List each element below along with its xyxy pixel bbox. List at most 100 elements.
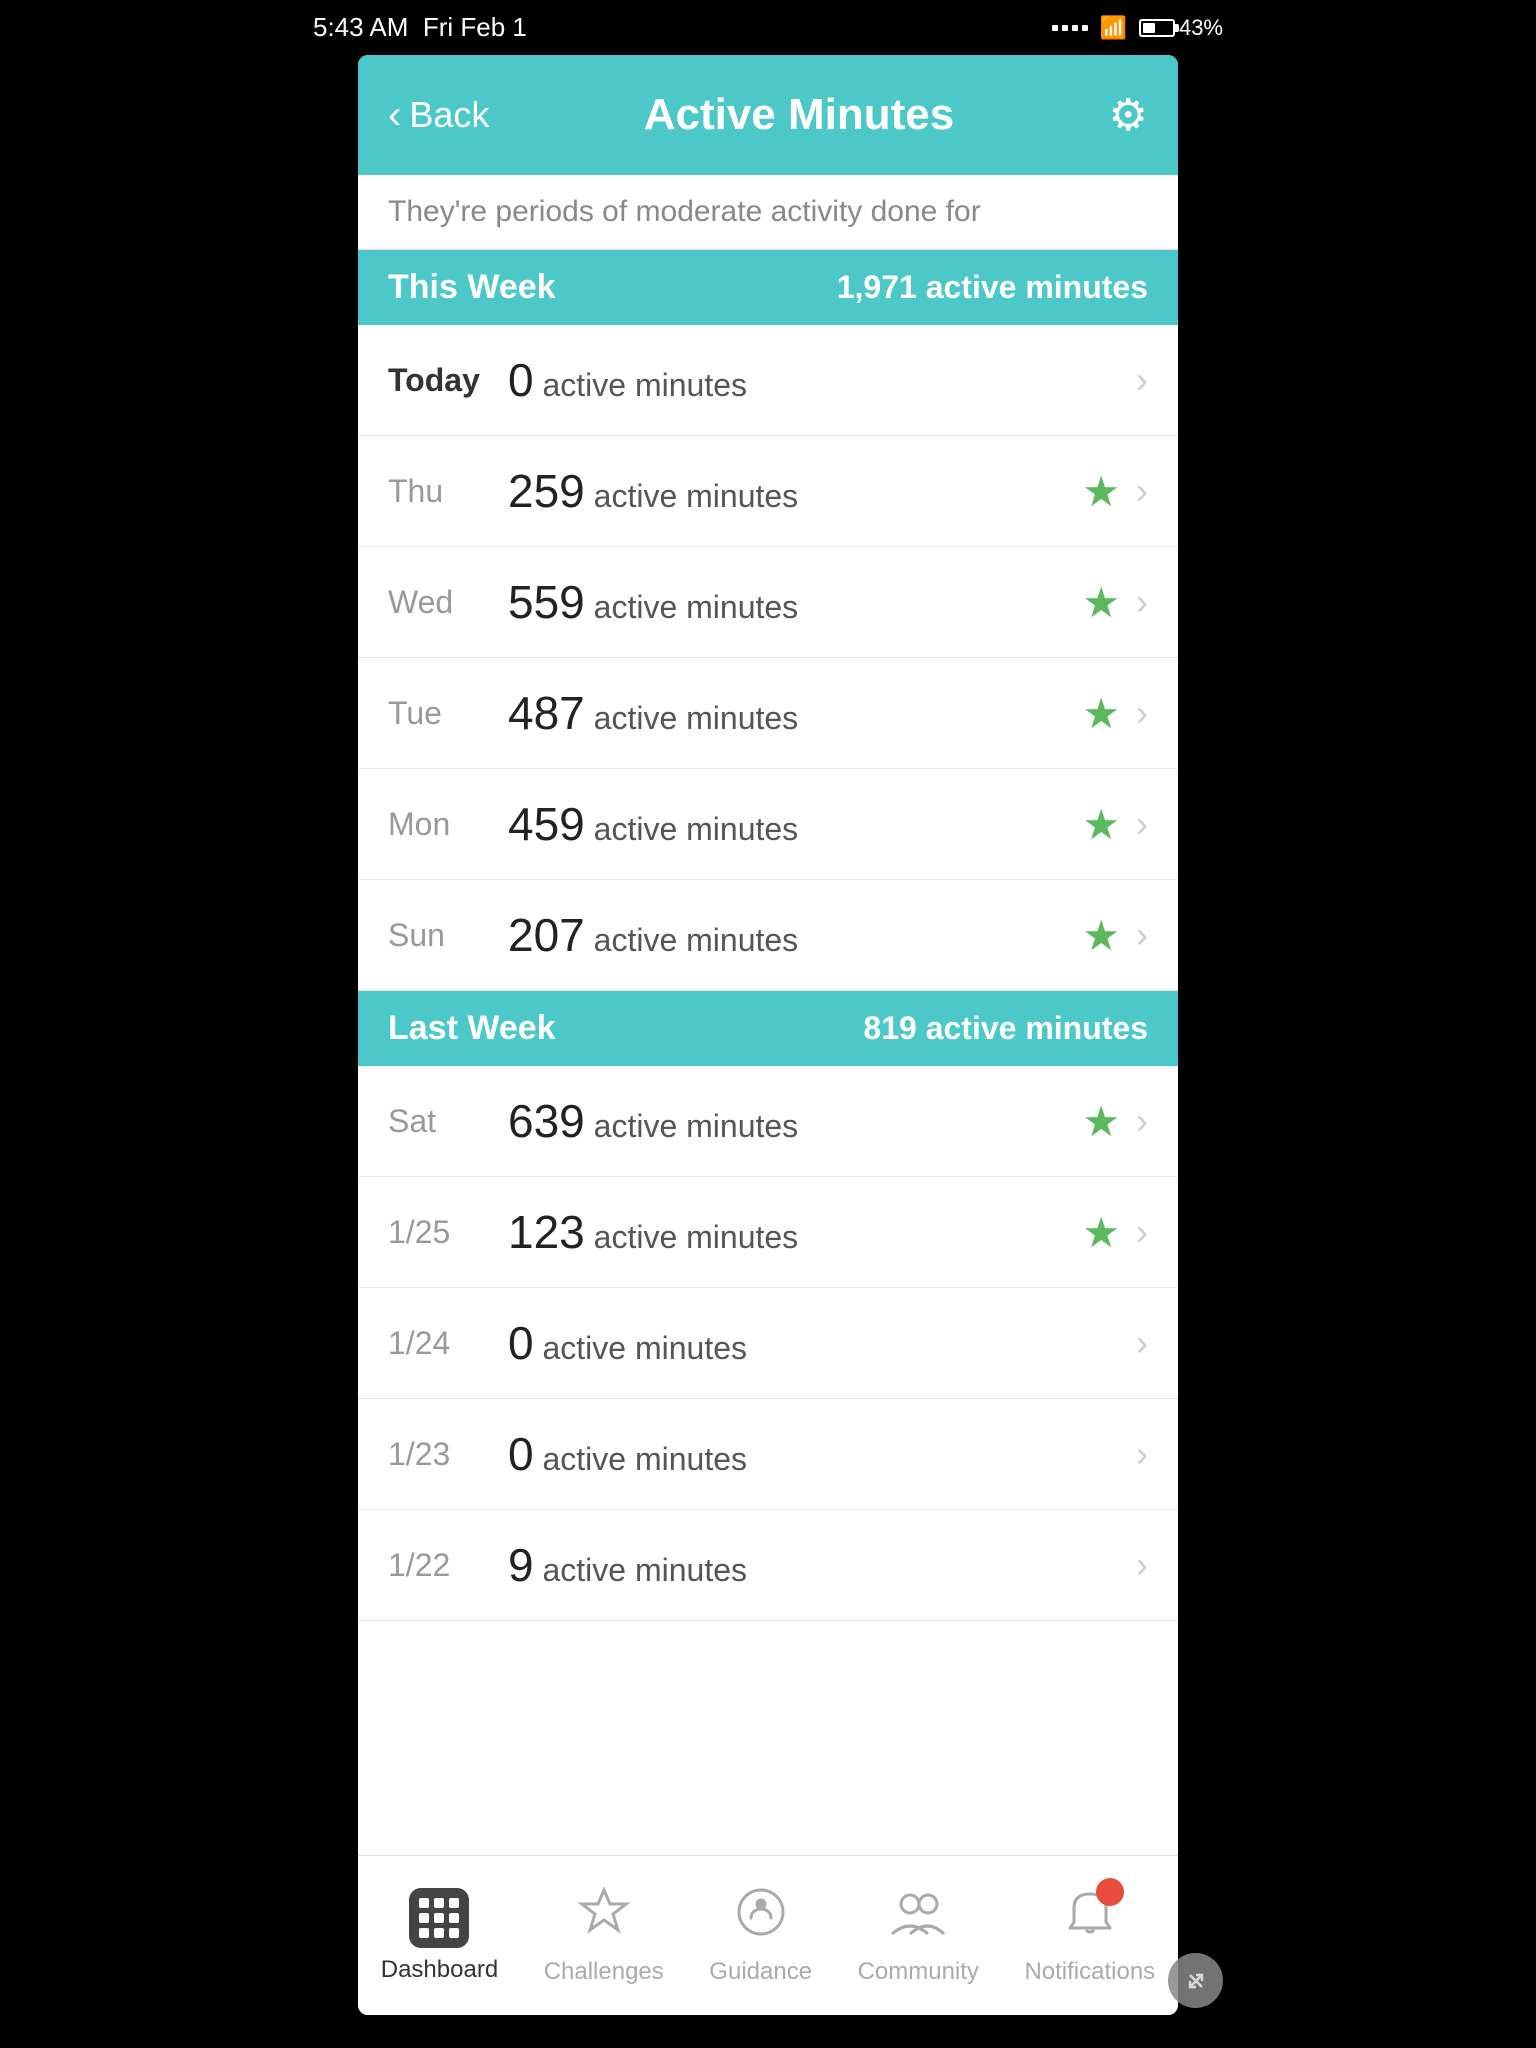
day-row-124[interactable]: 1/24 0 active minutes › <box>358 1288 1178 1399</box>
star-icon: ★ <box>1082 911 1120 960</box>
tab-label-community: Community <box>858 1958 979 1986</box>
chevron-right-icon: › <box>1136 470 1148 512</box>
challenges-icon <box>578 1886 630 1950</box>
day-minutes: 0 active minutes <box>508 1316 1136 1370</box>
day-minutes: 0 active minutes <box>508 353 1136 407</box>
signal-icon <box>1052 25 1088 31</box>
back-chevron-icon: ‹ <box>388 95 401 135</box>
battery-icon: 43% <box>1139 15 1223 41</box>
page-title: Active Minutes <box>644 90 955 140</box>
day-minutes: 487 active minutes <box>508 686 1082 740</box>
day-minutes: 0 active minutes <box>508 1427 1136 1481</box>
tab-label-guidance: Guidance <box>709 1958 812 1986</box>
device-frame: 5:43 AM Fri Feb 1 📶 43% ‹ Back <box>293 0 1243 2048</box>
day-icons: › <box>1136 1544 1148 1586</box>
day-icons: ★ › <box>1082 689 1148 738</box>
tab-community[interactable]: Community <box>838 1876 999 1996</box>
this-week-label: This Week <box>388 268 556 307</box>
star-icon: ★ <box>1082 800 1120 849</box>
star-icon: ★ <box>1082 467 1120 516</box>
last-week-header: Last Week 819 active minutes <box>358 991 1178 1066</box>
day-icons: ★ › <box>1082 467 1148 516</box>
star-icon: ★ <box>1082 578 1120 627</box>
guidance-icon <box>735 1886 787 1950</box>
chevron-right-icon: › <box>1136 1100 1148 1142</box>
day-minutes: 207 active minutes <box>508 908 1082 962</box>
info-banner: They're periods of moderate activity don… <box>358 175 1178 250</box>
back-label: Back <box>409 94 489 136</box>
chevron-right-icon: › <box>1136 914 1148 956</box>
chevron-right-icon: › <box>1136 692 1148 734</box>
chevron-right-icon: › <box>1136 1211 1148 1253</box>
tab-dashboard[interactable]: Dashboard <box>361 1878 518 1994</box>
day-row-123[interactable]: 1/23 0 active minutes › <box>358 1399 1178 1510</box>
day-icons: › <box>1136 359 1148 401</box>
day-row-sun[interactable]: Sun 207 active minutes ★ › <box>358 880 1178 991</box>
day-icons: › <box>1136 1322 1148 1364</box>
tab-label-challenges: Challenges <box>544 1958 664 1986</box>
day-label: Today <box>388 362 508 399</box>
day-minutes: 639 active minutes <box>508 1094 1082 1148</box>
dashboard-icon <box>409 1888 469 1948</box>
day-icons: ★ › <box>1082 800 1148 849</box>
chevron-right-icon: › <box>1136 1433 1148 1475</box>
day-row-sat[interactable]: Sat 639 active minutes ★ › <box>358 1066 1178 1177</box>
this-week-header: This Week 1,971 active minutes <box>358 250 1178 325</box>
day-label: 1/22 <box>388 1547 508 1584</box>
info-text: They're periods of moderate activity don… <box>388 195 981 228</box>
tab-challenges[interactable]: Challenges <box>524 1876 684 1996</box>
tab-guidance[interactable]: Guidance <box>689 1876 832 1996</box>
status-bar: 5:43 AM Fri Feb 1 📶 43% <box>293 0 1243 55</box>
day-label: Wed <box>388 584 508 621</box>
notification-badge <box>1096 1878 1124 1906</box>
chevron-right-icon: › <box>1136 581 1148 623</box>
day-row-today[interactable]: Today 0 active minutes › <box>358 325 1178 436</box>
tab-label-notifications: Notifications <box>1024 1958 1155 1986</box>
chevron-right-icon: › <box>1136 1322 1148 1364</box>
chevron-right-icon: › <box>1136 1544 1148 1586</box>
status-right: 📶 43% <box>1052 15 1223 41</box>
day-minutes: 259 active minutes <box>508 464 1082 518</box>
back-button[interactable]: ‹ Back <box>388 94 489 136</box>
day-icons: ★ › <box>1082 1097 1148 1146</box>
day-minutes: 559 active minutes <box>508 575 1082 629</box>
this-week-total: 1,971 active minutes <box>837 269 1148 306</box>
header: ‹ Back Active Minutes ⚙ <box>358 55 1178 175</box>
day-minutes: 123 active minutes <box>508 1205 1082 1259</box>
day-label: Sun <box>388 917 508 954</box>
day-label: Tue <box>388 695 508 732</box>
day-label: 1/25 <box>388 1214 508 1251</box>
day-label: 1/23 <box>388 1436 508 1473</box>
star-icon: ★ <box>1082 1097 1120 1146</box>
day-row-tue[interactable]: Tue 487 active minutes ★ › <box>358 658 1178 769</box>
tab-notifications[interactable]: Notifications <box>1004 1876 1175 1996</box>
day-label: Mon <box>388 806 508 843</box>
scroll-content[interactable]: This Week 1,971 active minutes Today 0 a… <box>358 250 1178 1855</box>
tab-label-dashboard: Dashboard <box>381 1956 498 1984</box>
day-row-wed[interactable]: Wed 559 active minutes ★ › <box>358 547 1178 658</box>
wifi-icon: 📶 <box>1100 15 1127 41</box>
chevron-right-icon: › <box>1136 359 1148 401</box>
day-minutes: 459 active minutes <box>508 797 1082 851</box>
day-row-122[interactable]: 1/22 9 active minutes › <box>358 1510 1178 1621</box>
settings-icon[interactable]: ⚙ <box>1109 90 1148 141</box>
community-icon <box>888 1886 948 1950</box>
day-icons: ★ › <box>1082 911 1148 960</box>
chevron-right-icon: › <box>1136 803 1148 845</box>
day-row-mon[interactable]: Mon 459 active minutes ★ › <box>358 769 1178 880</box>
day-minutes: 9 active minutes <box>508 1538 1136 1592</box>
day-icons: ★ › <box>1082 1208 1148 1257</box>
day-row-125[interactable]: 1/25 123 active minutes ★ › <box>358 1177 1178 1288</box>
resize-handle[interactable] <box>1168 1953 1223 2008</box>
star-icon: ★ <box>1082 1208 1120 1257</box>
day-label: Thu <box>388 473 508 510</box>
last-week-total: 819 active minutes <box>863 1010 1148 1047</box>
notifications-wrapper <box>1064 1886 1116 1950</box>
status-time: 5:43 AM Fri Feb 1 <box>313 12 527 43</box>
day-label: 1/24 <box>388 1325 508 1362</box>
tab-bar: Dashboard Challenges <box>358 1855 1178 2015</box>
day-row-thu[interactable]: Thu 259 active minutes ★ › <box>358 436 1178 547</box>
day-icons: ★ › <box>1082 578 1148 627</box>
last-week-label: Last Week <box>388 1009 556 1048</box>
star-icon: ★ <box>1082 689 1120 738</box>
